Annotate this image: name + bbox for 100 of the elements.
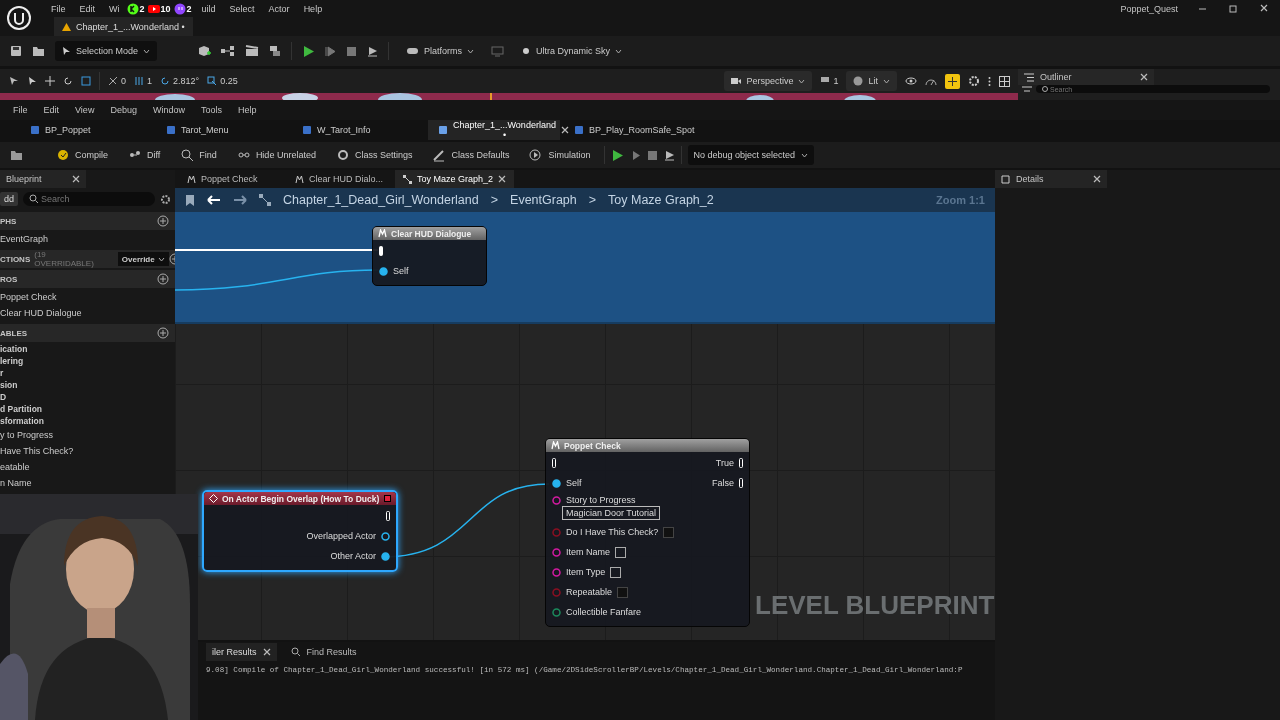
- snap-setting[interactable]: 0.25: [207, 76, 238, 86]
- text-field[interactable]: Magician Door Tutorial: [562, 506, 661, 520]
- menu-item[interactable]: Help: [296, 3, 330, 14]
- toolbar-button[interactable]: Simulation: [522, 145, 598, 165]
- transform-icon[interactable]: [8, 75, 20, 87]
- search-field[interactable]: Search: [23, 192, 155, 206]
- blueprint-node[interactable]: Poppet Check Self Story to Progress Magician Door Tutorial Do I Have This Check? Item Name Item Type Repeatable Collectible Fanfare True False: [545, 438, 750, 627]
- platforms-button[interactable]: Platforms: [399, 41, 482, 61]
- outliner-tab[interactable]: Outliner: [1018, 69, 1154, 85]
- panel-tab[interactable]: Blueprint: [0, 170, 86, 188]
- menu-item[interactable]: Edit: [35, 105, 68, 115]
- close-tab-icon[interactable]: [498, 175, 507, 183]
- results-tab[interactable]: Find Results: [284, 643, 363, 661]
- clapper-icon[interactable]: [245, 45, 260, 57]
- graph-tab[interactable]: Poppet Check: [179, 170, 287, 188]
- menu-item[interactable]: Debug: [102, 105, 145, 115]
- lit-button[interactable]: Lit: [846, 71, 897, 91]
- eject-icon[interactable]: [663, 149, 675, 161]
- select-icon[interactable]: [28, 76, 37, 86]
- snap-setting[interactable]: 0: [108, 76, 126, 86]
- stop-icon[interactable]: [346, 45, 358, 57]
- debug-dropdown[interactable]: No debug object selected: [687, 145, 815, 165]
- back-icon[interactable]: [207, 195, 221, 205]
- close-icon[interactable]: [1140, 73, 1148, 81]
- close-icon[interactable]: [72, 175, 80, 183]
- folder-icon[interactable]: [32, 45, 45, 57]
- add-actor-icon[interactable]: [197, 45, 212, 57]
- document-tab[interactable]: BP_Play_RoomSafe_Spot: [564, 120, 696, 140]
- more-icon[interactable]: [988, 75, 991, 87]
- toolbar-button[interactable]: Class Settings: [328, 145, 420, 165]
- breadcrumb-link[interactable]: EventGraph: [510, 193, 577, 207]
- list-item[interactable]: n Name: [0, 475, 175, 491]
- play-icon[interactable]: [302, 44, 316, 58]
- rotate-icon[interactable]: [63, 76, 73, 86]
- document-tab[interactable]: W_Tarot_Info: [292, 120, 424, 140]
- category-label[interactable]: r: [0, 367, 175, 379]
- close-tab-icon[interactable]: [262, 648, 271, 656]
- toolbar-button[interactable]: Hide Unrelated: [229, 145, 323, 165]
- toolbar-button[interactable]: Find: [173, 145, 224, 165]
- save-icon[interactable]: [10, 45, 22, 57]
- add-button[interactable]: dd: [0, 192, 18, 206]
- graph-tab[interactable]: Toy Maze Graph_2: [395, 170, 515, 188]
- play-icon[interactable]: [610, 148, 624, 162]
- sky-button[interactable]: Ultra Dynamic Sky: [514, 41, 630, 61]
- viewport-count[interactable]: 1: [820, 76, 839, 86]
- forward-icon[interactable]: [233, 195, 247, 205]
- results-tab[interactable]: iler Results: [206, 643, 277, 661]
- grid-icon[interactable]: [999, 75, 1010, 87]
- menu-item[interactable]: View: [67, 105, 103, 115]
- category-label[interactable]: sformation: [0, 415, 175, 427]
- value-box[interactable]: [615, 546, 626, 558]
- filter-icon[interactable]: [1022, 86, 1032, 92]
- list-item[interactable]: Poppet Check: [0, 289, 175, 305]
- list-item[interactable]: EventGraph: [0, 231, 175, 247]
- mode-dropdown[interactable]: Selection Mode: [55, 41, 158, 61]
- step-icon[interactable]: [325, 45, 337, 57]
- move-icon[interactable]: [45, 76, 55, 86]
- close-icon[interactable]: [1260, 4, 1268, 12]
- gauge-icon[interactable]: [925, 76, 937, 86]
- menu-item[interactable]: Edit: [72, 3, 103, 14]
- menu-item[interactable]: uild: [194, 3, 223, 14]
- document-tab[interactable]: BP_Poppet: [20, 120, 152, 140]
- category-label[interactable]: d Partition: [0, 403, 175, 415]
- browse-icon[interactable]: [10, 149, 23, 161]
- menu-item[interactable]: Actor: [261, 3, 297, 14]
- graph-tab[interactable]: Clear HUD Dialo...: [287, 170, 395, 188]
- stop-icon[interactable]: [646, 149, 658, 161]
- eject-icon[interactable]: [367, 45, 379, 57]
- toolbar-button[interactable]: Class Defaults: [425, 145, 517, 165]
- add-icon[interactable]: [157, 273, 169, 285]
- menu-item[interactable]: Help: [229, 105, 265, 115]
- list-item[interactable]: y to Progress: [0, 427, 175, 443]
- override-dropdown[interactable]: Override: [117, 252, 169, 266]
- document-tab[interactable]: Tarot_Menu: [156, 120, 288, 140]
- value-box[interactable]: [610, 566, 622, 578]
- comment-box[interactable]: [175, 212, 995, 324]
- category-label[interactable]: D: [0, 391, 175, 403]
- eye-icon[interactable]: [905, 77, 917, 85]
- snap-setting[interactable]: 1: [134, 76, 153, 86]
- breadcrumb-link[interactable]: Chapter_1_Dead_Girl_Wonderland: [283, 193, 479, 207]
- scale-icon[interactable]: [81, 76, 91, 86]
- add-icon[interactable]: [157, 327, 169, 339]
- menu-item[interactable]: File: [5, 105, 36, 115]
- category-label[interactable]: ication: [0, 343, 175, 355]
- category-label[interactable]: lering: [0, 355, 175, 367]
- layers-icon[interactable]: [269, 45, 282, 57]
- toolbar-button[interactable]: Diff: [121, 145, 168, 165]
- menu-item[interactable]: Tools: [192, 105, 230, 115]
- add-icon[interactable]: [157, 215, 169, 227]
- close-icon[interactable]: [1093, 175, 1101, 183]
- breadcrumb-link[interactable]: Toy Maze Graph_2: [608, 193, 714, 207]
- level-tab[interactable]: Chapter_1_...Wonderland •: [54, 17, 193, 36]
- close-tab-icon[interactable]: [560, 126, 569, 134]
- menu-item[interactable]: Window: [144, 105, 193, 115]
- blueprint-node[interactable]: On Actor Begin Overlap (How To Duck) Overlapped Actor Other Actor: [202, 490, 398, 572]
- list-item[interactable]: Have This Check?: [0, 443, 175, 459]
- menu-item[interactable]: Wi: [102, 3, 127, 14]
- list-item[interactable]: Clear HUD Dialogue: [0, 305, 175, 321]
- menu-item[interactable]: Select: [222, 3, 262, 14]
- blueprint-node[interactable]: Clear HUD Dialogue Self: [372, 226, 487, 286]
